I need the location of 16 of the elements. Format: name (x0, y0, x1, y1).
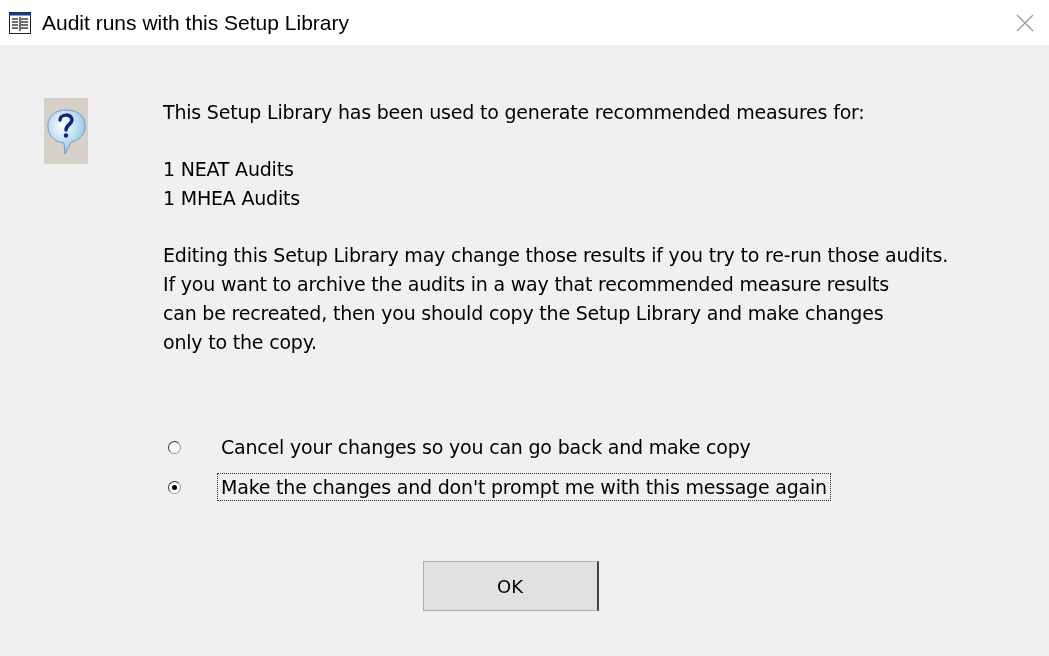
message-text: This Setup Library has been used to generate recommended measures for: (163, 100, 866, 125)
radio-button[interactable] (168, 480, 181, 494)
warning-text: only to the copy. (163, 330, 318, 355)
warning-text: can be recreated, then you should copy the Setup Library and make changes (163, 301, 885, 326)
audit-count: 1 NEAT Audits (163, 157, 295, 182)
warning-text: Editing this Setup Library may change those results if you try to re-run those audits. (163, 243, 949, 268)
question-icon (44, 98, 88, 164)
radio-button[interactable] (168, 440, 181, 454)
option-label[interactable]: Cancel your changes so you can go back and make copy (217, 433, 755, 461)
option-label[interactable]: Make the changes and don't prompt me with this message again (217, 473, 831, 501)
ok-button[interactable]: OK (422, 561, 599, 611)
audit-count: 1 MHEA Audits (163, 186, 301, 211)
app-icon (9, 11, 31, 34)
window-title: Audit runs with this Setup Library (42, 10, 350, 35)
warning-text: If you want to archive the audits in a way that recommended measure results (163, 272, 890, 297)
close-icon[interactable] (1015, 12, 1035, 33)
